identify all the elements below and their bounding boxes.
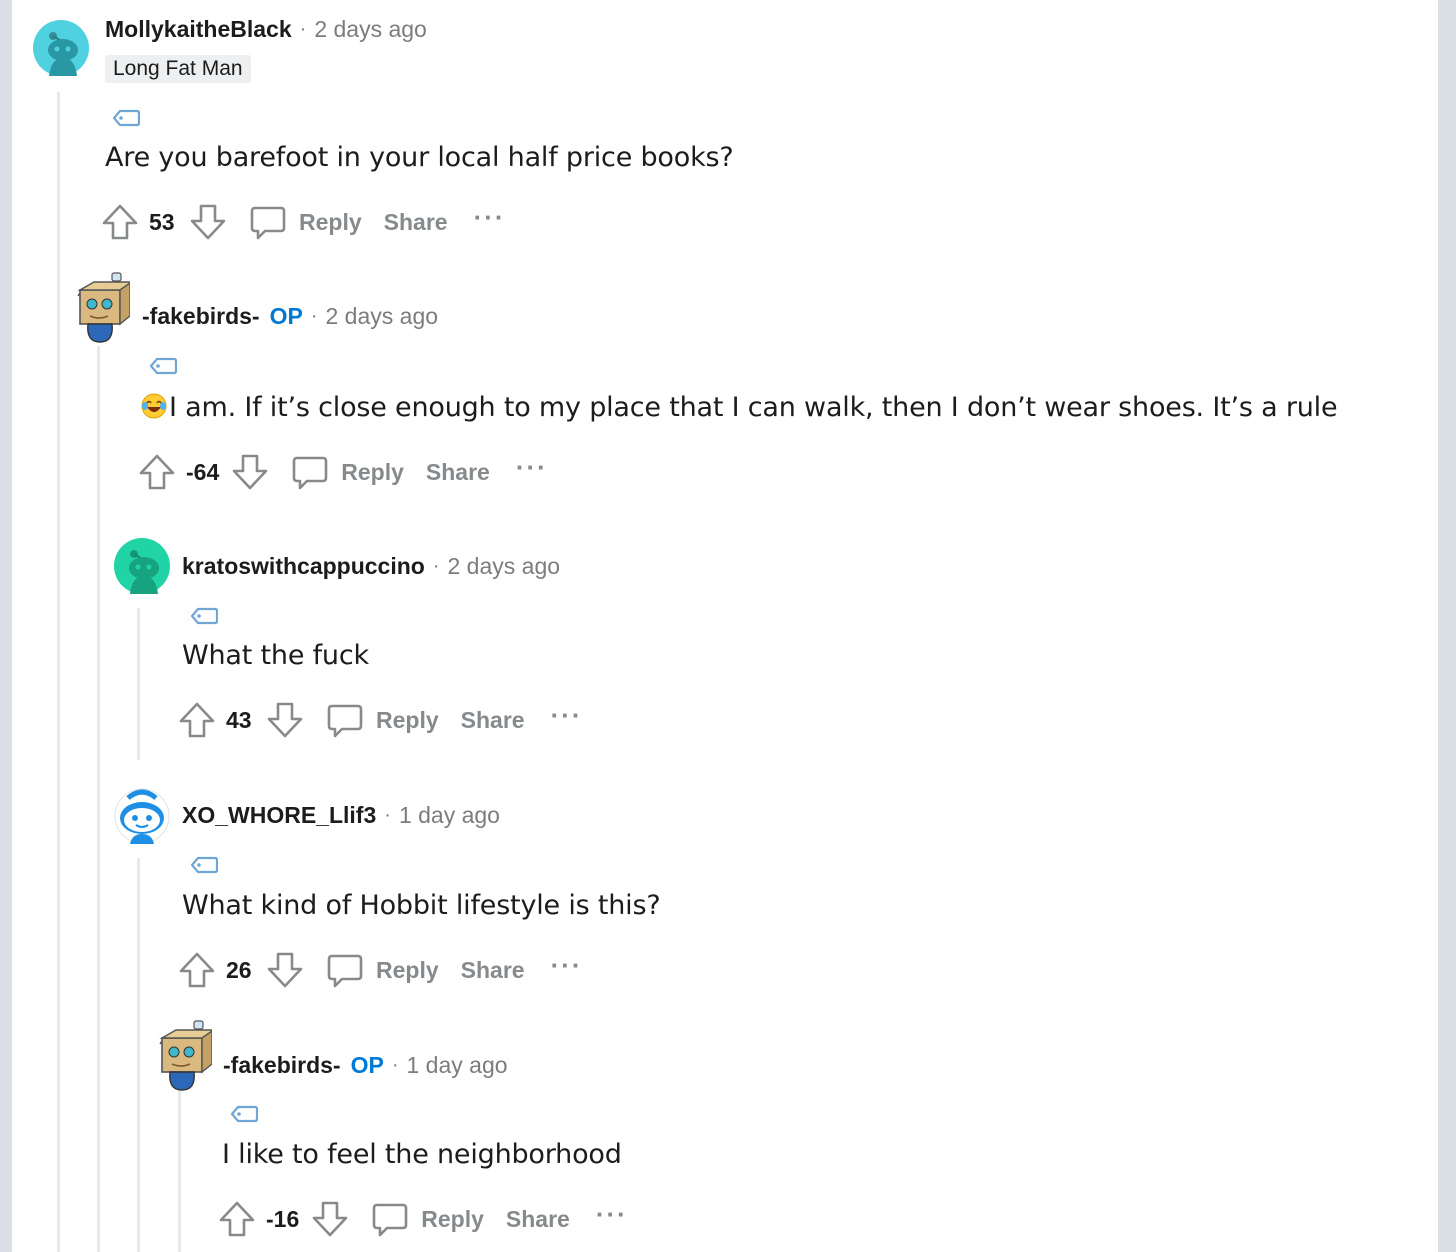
separator-dot: ·: [384, 804, 391, 826]
username[interactable]: -fakebirds-: [223, 1052, 341, 1079]
comment-header: MollykaitheBlack · 2 days ago: [105, 16, 427, 43]
comment-body: What kind of Hobbit lifestyle is this?: [182, 890, 661, 921]
vote-score: -64: [186, 458, 220, 485]
reply-label: Reply: [421, 1205, 484, 1232]
share-button[interactable]: Share: [461, 707, 525, 734]
snoo-avatar-icon[interactable]: [114, 538, 170, 594]
downvote-icon[interactable]: [189, 203, 227, 241]
award-tag-icon: [149, 357, 177, 375]
comment-body-text: I am. If it’s close enough to my place t…: [169, 392, 1338, 423]
comment-bubble-icon: [250, 206, 286, 240]
op-badge: OP: [269, 303, 303, 329]
more-options-icon[interactable]: ···: [551, 700, 583, 731]
more-options-icon[interactable]: ···: [596, 1199, 628, 1230]
comment-header: -fakebirds- OP · 1 day ago: [223, 1052, 508, 1079]
reply-button[interactable]: Reply: [249, 203, 362, 241]
share-button[interactable]: Share: [506, 1206, 570, 1233]
timestamp[interactable]: 1 day ago: [407, 1052, 508, 1079]
snoo-avatar-icon[interactable]: [33, 20, 89, 76]
vote-score: 26: [226, 956, 252, 983]
award-tag-icon: [190, 856, 218, 874]
reply-button[interactable]: Reply: [326, 701, 439, 739]
snoo-avatar-icon[interactable]: [114, 788, 170, 844]
comment-body: I am. If it’s close enough to my place t…: [141, 392, 1338, 423]
downvote-icon[interactable]: [311, 1200, 349, 1238]
separator-dot: ·: [432, 555, 440, 577]
timestamp[interactable]: 2 days ago: [326, 303, 439, 330]
reply-label: Reply: [341, 458, 404, 485]
separator-dot: ·: [391, 1054, 399, 1076]
vote-score: -16: [266, 1205, 300, 1232]
comment-actions: 26 Reply Share ···: [178, 950, 583, 990]
thread-line-level-3a[interactable]: [137, 608, 140, 760]
reply-label: Reply: [376, 706, 439, 733]
reply-label: Reply: [299, 208, 362, 235]
share-label: Share: [505, 1205, 570, 1232]
reply-label: Reply: [376, 956, 439, 983]
thread-line-level-2[interactable]: [97, 346, 100, 1252]
upvote-icon[interactable]: [178, 951, 216, 989]
comment-actions: -64 Reply Share ···: [138, 452, 548, 492]
user-flair: Long Fat Man: [105, 55, 251, 83]
thread-line-level-4[interactable]: [178, 1080, 181, 1252]
reply-button[interactable]: Reply: [326, 951, 439, 989]
timestamp[interactable]: 2 days ago: [448, 553, 561, 580]
comment-header: XO_WHORE_Llif3 · 1 day ago: [182, 802, 500, 829]
downvote-icon[interactable]: [266, 951, 304, 989]
share-label: Share: [383, 208, 448, 235]
laughing-emoji-icon: [141, 393, 167, 419]
more-options-icon[interactable]: ···: [551, 950, 583, 981]
op-badge: OP: [350, 1052, 384, 1078]
separator-dot: ·: [310, 305, 318, 327]
comment-bubble-icon: [327, 704, 363, 738]
username[interactable]: -fakebirds-: [142, 303, 260, 330]
downvote-icon[interactable]: [231, 453, 269, 491]
comment-thread: MollykaitheBlack · 2 days ago Long Fat M…: [12, 0, 1438, 1252]
reply-button[interactable]: Reply: [291, 453, 404, 491]
award-tag-icon: [112, 109, 140, 127]
comment-bubble-icon: [372, 1203, 408, 1237]
comment-actions: 43 Reply Share ···: [178, 700, 583, 740]
upvote-icon[interactable]: [218, 1200, 256, 1238]
upvote-icon[interactable]: [138, 453, 176, 491]
reply-button[interactable]: Reply: [371, 1200, 484, 1238]
timestamp[interactable]: 1 day ago: [399, 802, 500, 829]
award-tag-icon: [230, 1105, 258, 1123]
share-label: Share: [460, 956, 525, 983]
timestamp[interactable]: 2 days ago: [314, 16, 427, 43]
box-robot-avatar-icon[interactable]: [154, 1018, 212, 1092]
comment-header: kratoswithcappuccino · 2 days ago: [182, 553, 560, 580]
separator-dot: ·: [299, 18, 307, 40]
comment-header: -fakebirds- OP · 2 days ago: [142, 303, 438, 330]
upvote-icon[interactable]: [178, 701, 216, 739]
comment-actions: 53 Reply Share ···: [101, 202, 506, 242]
more-options-icon[interactable]: ···: [474, 202, 506, 233]
share-button[interactable]: Share: [384, 209, 448, 236]
vote-score: 53: [149, 208, 175, 235]
comment-bubble-icon: [327, 954, 363, 988]
comment-body: Are you barefoot in your local half pric…: [105, 142, 734, 173]
share-label: Share: [425, 458, 490, 485]
comment-body: What the fuck: [182, 640, 369, 671]
share-button[interactable]: Share: [426, 459, 490, 486]
upvote-icon[interactable]: [101, 203, 139, 241]
award-tag-icon: [190, 607, 218, 625]
thread-line-level-3b[interactable]: [137, 858, 140, 1252]
username[interactable]: kratoswithcappuccino: [182, 553, 425, 580]
comment-body: I like to feel the neighborhood: [222, 1139, 622, 1170]
username[interactable]: MollykaitheBlack: [105, 16, 292, 43]
username[interactable]: XO_WHORE_Llif3: [182, 802, 376, 829]
vote-score: 43: [226, 706, 252, 733]
more-options-icon[interactable]: ···: [516, 452, 548, 483]
downvote-icon[interactable]: [266, 701, 304, 739]
share-label: Share: [460, 706, 525, 733]
comment-actions: -16 Reply Share ···: [218, 1199, 628, 1239]
share-button[interactable]: Share: [461, 957, 525, 984]
thread-line-level-1[interactable]: [57, 92, 60, 1252]
comment-bubble-icon: [292, 456, 328, 490]
box-robot-avatar-icon[interactable]: [72, 270, 130, 344]
